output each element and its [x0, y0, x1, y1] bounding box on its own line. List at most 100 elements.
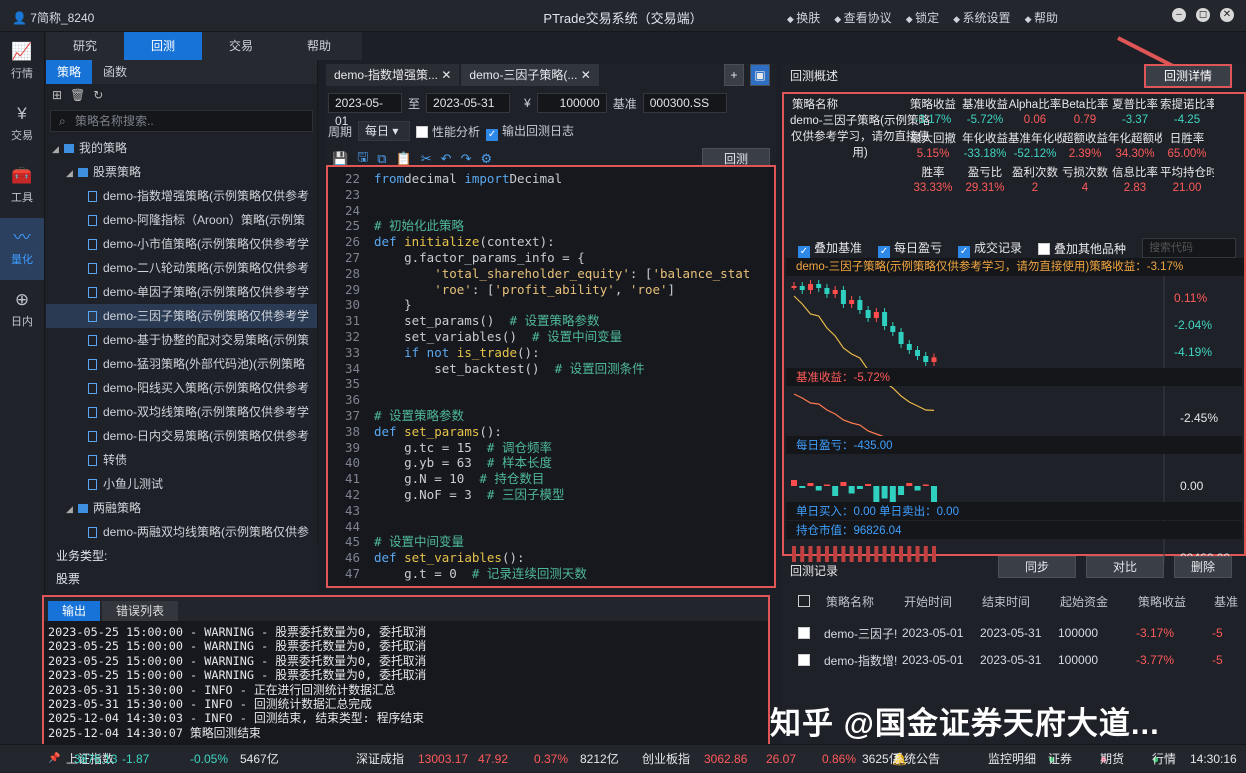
- skin-button[interactable]: ◆ 换肤: [787, 9, 820, 26]
- daily-pnl-label: 每日盈亏：-435.00: [796, 438, 893, 452]
- benchmark-field[interactable]: 000300.SS: [642, 93, 727, 113]
- pnl-bar: [856, 486, 863, 489]
- metric-value: -5.72%: [966, 114, 1004, 126]
- close-icon[interactable]: ✕: [1220, 8, 1234, 22]
- sync-button[interactable]: 同步: [998, 556, 1076, 578]
- user-label[interactable]: 👤 7简称_8240: [12, 9, 94, 26]
- tree-item[interactable]: demo-日内交易策略(示例策略仅供参考: [46, 424, 317, 448]
- code-token: ():: [501, 550, 525, 566]
- pin-icon[interactable]: 📌: [48, 745, 60, 773]
- menu-1[interactable]: 回测: [124, 32, 202, 60]
- status-link-label: 证券: [1048, 752, 1073, 766]
- capital-field[interactable]: 100000: [536, 93, 607, 113]
- lock-button[interactable]: ◆ 锁定: [906, 9, 939, 26]
- delete-button[interactable]: 删除: [1174, 556, 1232, 578]
- code-token: # 设置回测条件: [554, 360, 645, 376]
- nav-yen[interactable]: ¥ 交易: [0, 94, 44, 156]
- menu-3[interactable]: 帮助: [280, 32, 358, 60]
- status-name[interactable]: 深证成指: [356, 745, 404, 773]
- tree-item[interactable]: demo-三因子策略(示例策略仅供参考学: [46, 304, 317, 328]
- nav-quant[interactable]: 〰量化: [0, 218, 44, 280]
- select-all-checkbox[interactable]: [798, 595, 810, 607]
- log-checkbox[interactable]: ✓ 输出回测日志: [486, 122, 574, 141]
- table-cell: 100000: [1058, 626, 1099, 640]
- doc-button[interactable]: ◆ 查看协议: [834, 9, 891, 26]
- tree-folder[interactable]: ◢ 两融策略: [46, 496, 317, 520]
- folder-icon: [78, 168, 88, 177]
- tree-item[interactable]: demo-二八轮动策略(示例策略仅供参考: [46, 256, 317, 280]
- nav-label: 交易: [11, 130, 33, 142]
- editor-tab-active[interactable]: demo-三因子策略(... ✕: [461, 64, 599, 86]
- code-token: g.N = 10: [374, 471, 480, 487]
- code-token: # 三因子模型: [486, 486, 565, 502]
- tree-item[interactable]: demo-阿隆指标（Aroon）策略(示例策: [46, 208, 317, 232]
- tree-item[interactable]: 小鱼儿测试: [46, 472, 317, 496]
- expand-icon[interactable]: ▣: [750, 64, 770, 86]
- nav-chart[interactable]: 📈 行情: [0, 32, 44, 94]
- strategy-search-input[interactable]: 策略名称搜索..: [50, 110, 313, 132]
- metric-value: 29.31%: [965, 182, 1005, 194]
- code-search-input[interactable]: 搜索代码: [1142, 238, 1237, 258]
- menu-0[interactable]: 研究: [46, 32, 124, 60]
- tree-item[interactable]: demo-小市值策略(示例策略仅供参考学: [46, 232, 317, 256]
- tree-folder[interactable]: ◢ 股票策略: [46, 160, 317, 184]
- tree-item[interactable]: demo-单因子策略(示例策略仅供参考学: [46, 280, 317, 304]
- tree-item[interactable]: demo-基于协整的配对交易策略(示例策: [46, 328, 317, 352]
- tab-errors[interactable]: 错误列表: [102, 601, 179, 621]
- help-button[interactable]: ◆ 帮助: [1025, 9, 1058, 26]
- row-checkbox[interactable]: [798, 654, 810, 666]
- status-name[interactable]: 创业板指: [642, 745, 690, 773]
- nav-intraday[interactable]: ⊕ 日内: [0, 280, 44, 342]
- line-number: 30: [344, 297, 360, 313]
- clock: 14:30:16: [1190, 752, 1237, 766]
- start-date-field[interactable]: 2023-05-01: [328, 93, 402, 128]
- compare-button[interactable]: 对比: [1086, 556, 1164, 578]
- daily-pnl-checkbox[interactable]: ✓ 每日盈亏: [878, 239, 942, 258]
- perf-checkbox[interactable]: 性能分析: [416, 123, 480, 140]
- restore-icon[interactable]: ◻: [1196, 8, 1210, 22]
- expand-arrow-icon[interactable]: ◢: [66, 161, 78, 184]
- sidebar-tab-0[interactable]: 策略: [46, 60, 92, 84]
- tree-item[interactable]: demo-指数增强策略(示例策略仅供参考: [46, 184, 317, 208]
- monitor-link[interactable]: 监控明细: [988, 745, 1036, 773]
- tree-item[interactable]: demo-双均线策略(示例策略仅供参考学: [46, 400, 317, 424]
- tree-item[interactable]: demo-猛羽策略(外部代码池)(示例策略: [46, 352, 317, 376]
- pnl-bar: [840, 482, 847, 486]
- code-token: 'roe': [374, 281, 472, 297]
- folder-icon: [64, 144, 74, 153]
- metric-value: 4: [1081, 182, 1089, 194]
- trade-record-checkbox[interactable]: ✓ 成交记录: [958, 239, 1022, 258]
- end-date-field[interactable]: 2023-05-31: [426, 93, 511, 113]
- nav-toolbox[interactable]: 🧰 工具: [0, 156, 44, 218]
- expand-arrow-icon[interactable]: ◢: [66, 497, 78, 520]
- backtest-detail-button[interactable]: 回测详情: [1144, 64, 1232, 88]
- gear-button[interactable]: ◆ 系统设置: [953, 9, 1010, 26]
- row-checkbox[interactable]: [798, 627, 810, 639]
- strategy-sidebar: 策略函数 ⊞ 🗑 ↻ 策略名称搜索.. ◢我的策略◢股票策略demo-指数增强策…: [46, 60, 318, 543]
- file-icon: [88, 335, 97, 346]
- add-icon[interactable]: ⊞: [52, 88, 62, 102]
- period-select[interactable]: 每日 ▾: [358, 121, 411, 141]
- refresh-icon[interactable]: ↻: [93, 88, 103, 102]
- expand-arrow-icon[interactable]: ◢: [52, 137, 64, 160]
- minimize-icon[interactable]: –: [1172, 8, 1186, 22]
- delete-icon[interactable]: 🗑: [70, 88, 85, 102]
- status-chg: 47.92: [478, 752, 509, 766]
- tree-item[interactable]: demo-两融双均线策略(示例策略仅供参: [46, 520, 317, 544]
- to-label: 至: [408, 96, 421, 111]
- return-chart[interactable]: 0.11% -2.04% -4.19% 基准收益：-5.72% -2.45% 每日盈亏：-…: [784, 276, 1244, 566]
- menu-2[interactable]: 交易: [202, 32, 280, 60]
- table-row[interactable]: demo-三因子! 2023-05-01 2023-05-31 100000 -3.17…: [796, 620, 1246, 646]
- overlay-benchmark-checkbox[interactable]: ✓ 叠加基准: [798, 239, 862, 258]
- add-tab-icon[interactable]: +: [724, 64, 744, 86]
- table-row[interactable]: demo-指数增! 2023-05-01 2023-05-31 100000 -3.77…: [796, 647, 1246, 673]
- overlay-other-checkbox[interactable]: 叠加其他品种: [1038, 240, 1126, 257]
- tree-item[interactable]: 转债: [46, 448, 317, 472]
- tree-label: 转债: [103, 453, 128, 467]
- code-editor[interactable]: 22 fromdecimal importDecimal 23 24 25 # 初始化此策…: [326, 165, 776, 588]
- tree-item[interactable]: demo-阳线买入策略(示例策略仅供参考: [46, 376, 317, 400]
- tab-output[interactable]: 输出: [48, 601, 101, 621]
- sidebar-tab-1[interactable]: 函数: [92, 60, 138, 84]
- tree-folder[interactable]: ◢ 我的策略: [46, 136, 317, 160]
- editor-tab[interactable]: demo-指数增强策... ✕: [326, 64, 460, 86]
